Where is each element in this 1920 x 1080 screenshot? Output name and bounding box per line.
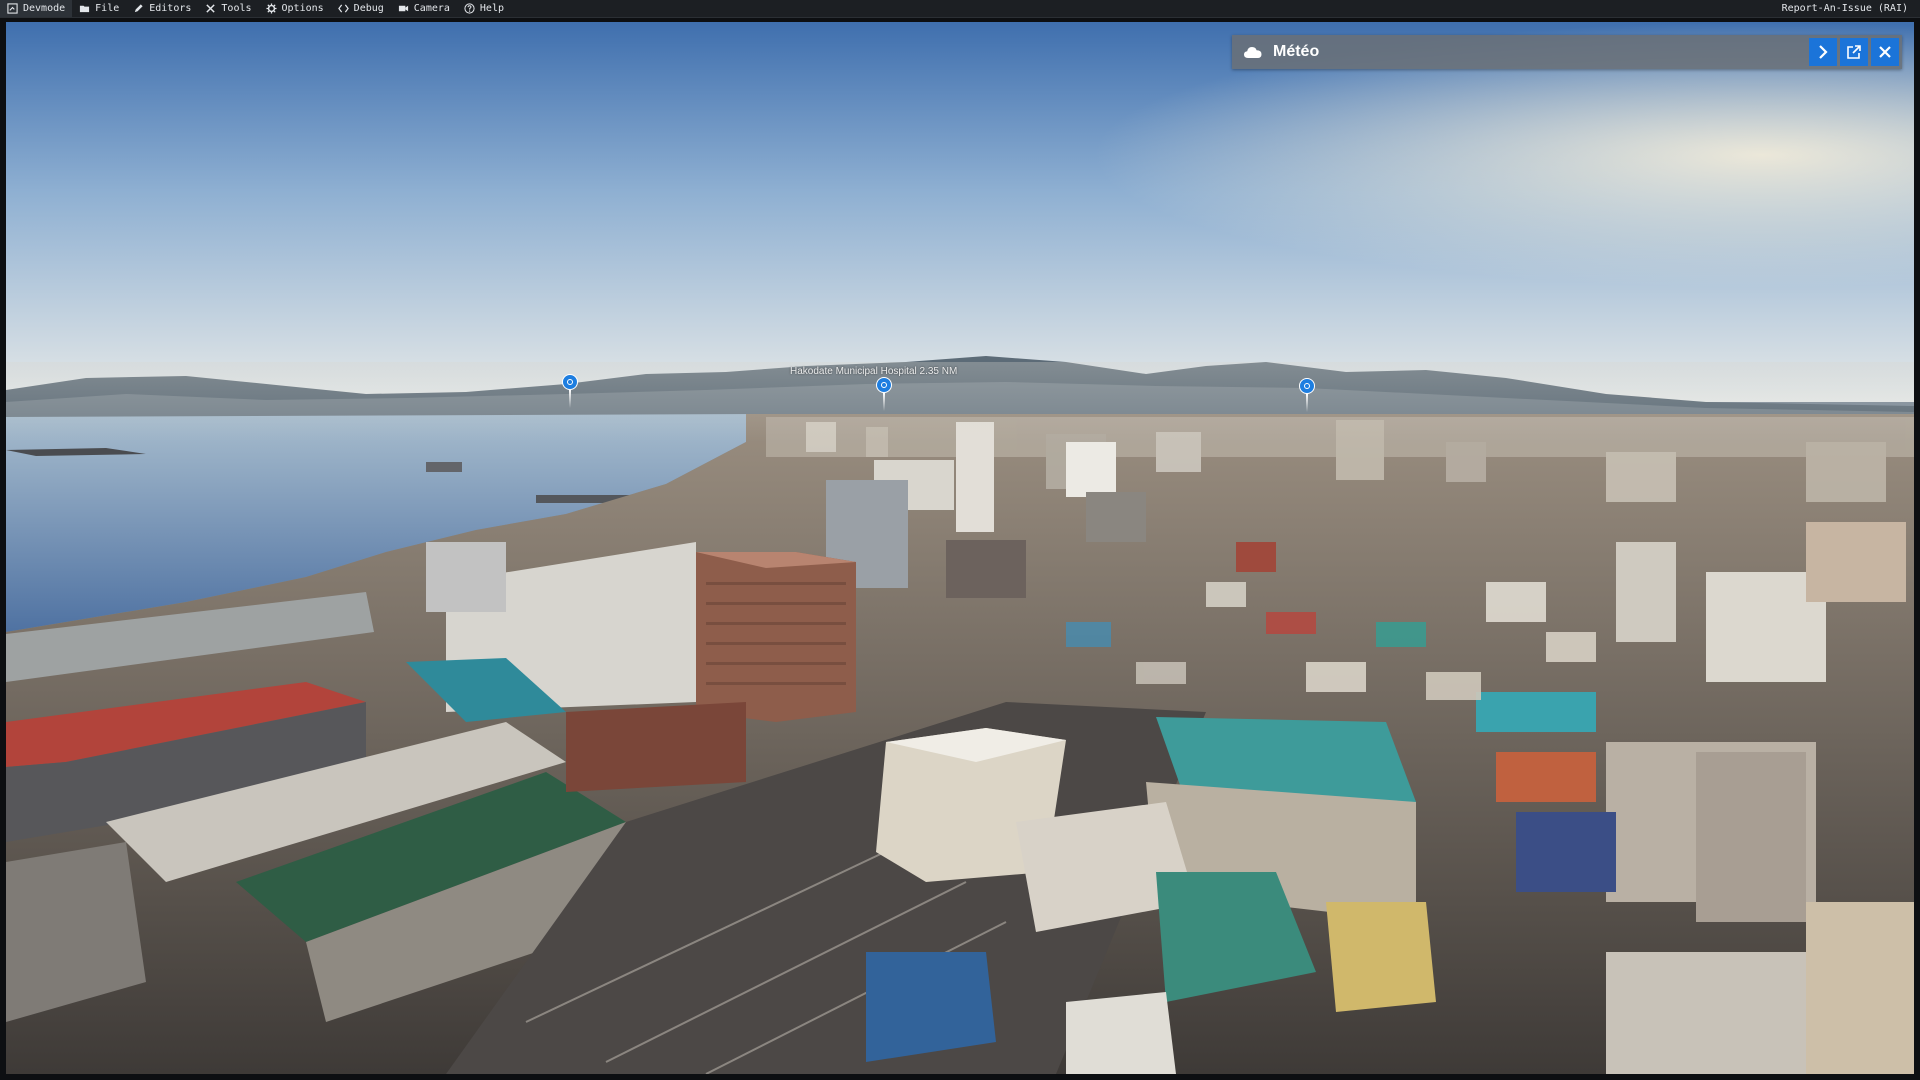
pencil-icon: [135, 4, 143, 13]
cloud-icon: [1244, 47, 1262, 58]
poi-stem: [883, 393, 885, 411]
devmode-icon: [7, 3, 18, 14]
menu-file-label: File: [95, 3, 120, 14]
poi-pin-icon: [876, 377, 892, 393]
popout-button[interactable]: [1840, 38, 1868, 66]
menu-options-label: Options: [281, 3, 324, 14]
expand-button[interactable]: [1809, 38, 1837, 66]
menu-help-label: Help: [479, 3, 504, 14]
report-an-issue-button[interactable]: Report-An-Issue (RAI): [1770, 0, 1920, 17]
city-scene-image: [6, 22, 1914, 1074]
menu-devmode[interactable]: Devmode: [0, 0, 73, 17]
menu-editors[interactable]: Editors: [126, 0, 198, 17]
close-icon: [1879, 46, 1891, 58]
poi-marker-hospital[interactable]: [876, 377, 892, 411]
poi-pin-icon: [562, 374, 578, 390]
meteo-panel: Météo: [1232, 35, 1902, 69]
expand-arrow-icon: [1819, 45, 1828, 59]
close-button[interactable]: [1871, 38, 1899, 66]
top-menu-bar: Devmode File Editors Tools Options Debug…: [0, 0, 1920, 18]
menu-devmode-label: Devmode: [23, 3, 66, 14]
tools-icon: [206, 4, 216, 13]
simulator-viewport[interactable]: Hakodate Municipal Hospital 2.35 NM: [6, 22, 1914, 1074]
menu-editors-label: Editors: [149, 3, 192, 14]
menu-debug[interactable]: Debug: [331, 0, 391, 17]
poi-marker-right[interactable]: [1299, 378, 1315, 412]
menu-tools[interactable]: Tools: [198, 0, 258, 17]
menu-help[interactable]: Help: [457, 0, 511, 17]
poi-marker-left[interactable]: [562, 374, 578, 408]
poi-hospital-label: Hakodate Municipal Hospital 2.35 NM: [790, 366, 958, 377]
poi-stem: [569, 390, 571, 408]
help-icon: [464, 3, 475, 14]
menu-camera-label: Camera: [413, 3, 450, 14]
meteo-panel-header[interactable]: Météo: [1232, 43, 1319, 61]
gear-icon: [265, 3, 277, 14]
meteo-panel-title: Météo: [1273, 43, 1320, 60]
poi-stem: [1306, 394, 1308, 412]
camera-icon: [398, 5, 408, 12]
menu-tools-label: Tools: [221, 3, 252, 14]
poi-pin-icon: [1299, 378, 1315, 394]
menu-file[interactable]: File: [72, 0, 126, 17]
menu-debug-label: Debug: [353, 3, 384, 14]
folder-icon: [80, 5, 90, 13]
popout-icon: [1847, 45, 1861, 59]
menu-options[interactable]: Options: [259, 0, 331, 17]
code-icon: [337, 4, 349, 13]
menu-camera[interactable]: Camera: [391, 0, 457, 17]
